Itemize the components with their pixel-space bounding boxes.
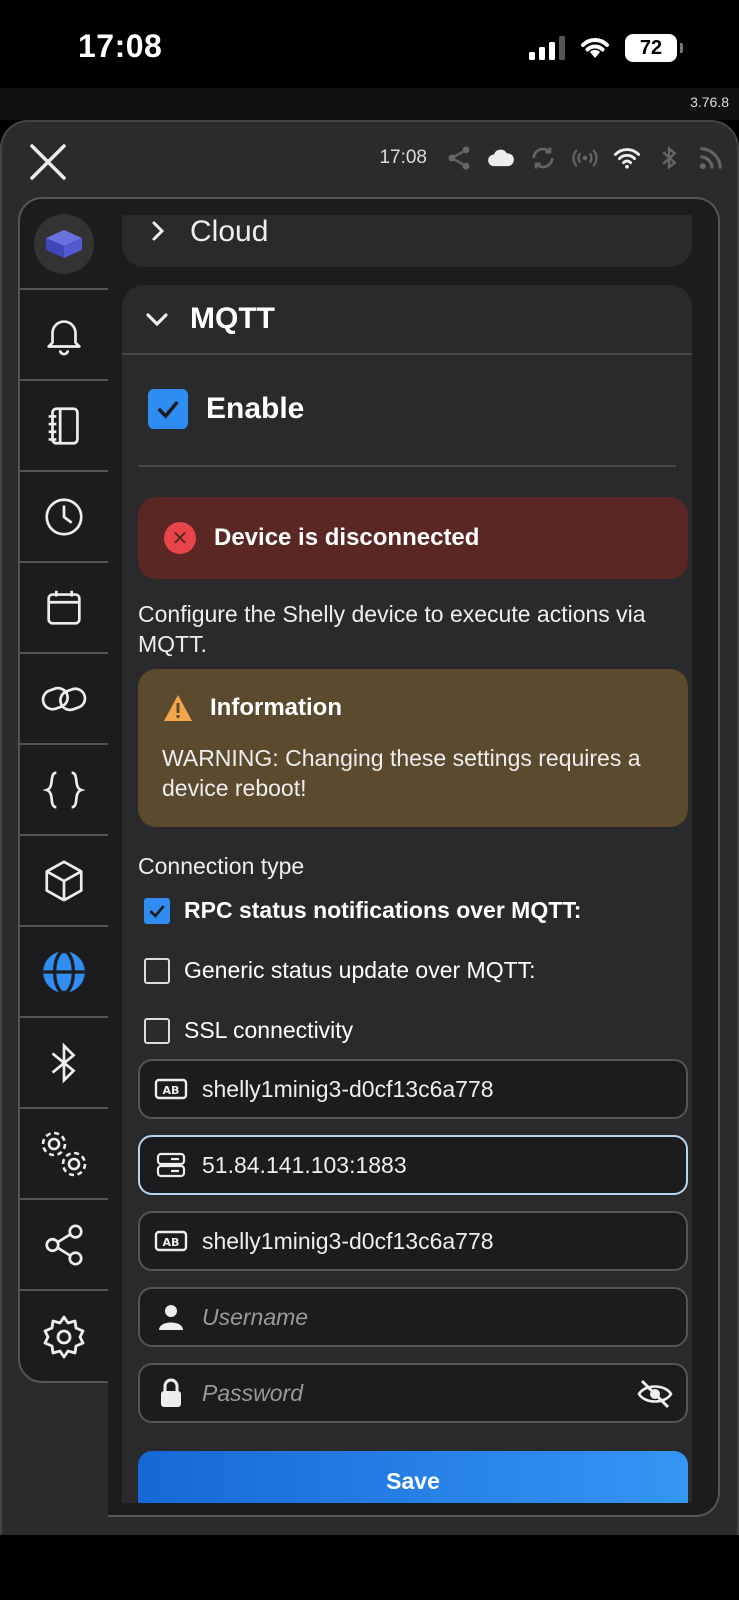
svg-text:AB: AB <box>163 1084 180 1097</box>
sidebar-item-notifications[interactable] <box>20 290 108 381</box>
sidebar-item-components[interactable] <box>20 836 108 927</box>
client-id-value: shelly1minig3-d0cf13c6a778 <box>202 1075 494 1102</box>
save-button[interactable]: Save <box>138 1451 688 1503</box>
server-value: 51.84.141.103:1883 <box>202 1151 407 1178</box>
mqtt-section: MQTT Enable ✕ Device is disconnected Con… <box>122 285 692 1503</box>
lock-icon <box>161 1378 181 1407</box>
cloud-section[interactable]: Cloud <box>122 215 692 267</box>
globe-icon <box>43 949 85 994</box>
error-icon: ✕ <box>164 522 196 554</box>
enable-checkbox[interactable] <box>148 389 188 429</box>
svg-text:AB: AB <box>163 1236 180 1249</box>
divider <box>138 465 676 467</box>
rpc-status-checkbox[interactable] <box>144 897 170 924</box>
mqtt-description: Configure the Shelly device to execute a… <box>138 601 646 657</box>
sidebar-item-advanced-settings[interactable] <box>20 1109 108 1200</box>
password-field[interactable]: Password <box>138 1363 688 1423</box>
generic-status-checkbox[interactable] <box>144 957 170 984</box>
info-alert: Information WARNING: Changing these sett… <box>138 669 688 827</box>
enable-label: Enable <box>206 392 305 425</box>
wifi-icon <box>581 38 609 58</box>
battery-icon: 72 <box>625 34 683 62</box>
curly-braces-icon <box>42 770 86 809</box>
sidebar <box>18 197 110 1383</box>
check-icon <box>149 904 165 918</box>
rpc-status-option[interactable]: RPC status notifications over MQTT: <box>144 897 581 924</box>
sidebar-item-logs[interactable] <box>20 381 108 472</box>
text-field-icon: AB <box>154 1078 188 1100</box>
app-version: 3.76.8 <box>690 94 729 110</box>
bell-icon <box>47 319 81 355</box>
wifi-status-icon <box>613 148 641 169</box>
chevron-right-icon <box>152 221 165 241</box>
sidebar-item-scripts[interactable] <box>20 745 108 836</box>
device-thumbnail <box>34 213 94 274</box>
gear-icon <box>43 1315 85 1358</box>
username-placeholder: Username <box>202 1303 309 1330</box>
disconnected-text: Device is disconnected <box>214 524 480 551</box>
generic-status-option[interactable]: Generic status update over MQTT: <box>144 957 536 984</box>
ssl-option[interactable]: SSL connectivity <box>144 1017 353 1044</box>
link-icon <box>41 686 87 711</box>
bluetooth-icon <box>51 1042 76 1083</box>
header-status-icons: 17:08 <box>379 144 725 172</box>
cube-icon <box>45 859 83 902</box>
server-field[interactable]: 51.84.141.103:1883 <box>138 1135 688 1195</box>
status-icons: 72 <box>529 34 683 62</box>
sidebar-item-actions[interactable] <box>20 654 108 745</box>
status-time: 17:08 <box>78 28 163 64</box>
bluetooth-status-icon <box>662 146 677 170</box>
mqtt-section-title: MQTT <box>190 302 275 335</box>
info-body: WARNING: Changing these settings require… <box>162 745 641 801</box>
eye-off-icon[interactable] <box>636 1378 674 1410</box>
topic-prefix-value: shelly1minig3-d0cf13c6a778 <box>202 1227 494 1254</box>
chevron-down-icon <box>146 313 168 327</box>
sidebar-item-bluetooth[interactable] <box>20 1018 108 1109</box>
enable-toggle-row[interactable]: Enable <box>148 389 304 429</box>
notebook-icon <box>48 406 79 445</box>
device-icon <box>46 229 82 258</box>
user-icon <box>159 1305 183 1330</box>
server-icon <box>156 1152 186 1178</box>
warning-icon <box>164 695 192 721</box>
share-status-icon <box>448 146 470 170</box>
sidebar-item-settings[interactable] <box>20 1291 108 1381</box>
connection-type-label: Connection type <box>138 853 305 879</box>
info-alert-header: Information <box>162 693 342 723</box>
close-icon[interactable] <box>24 138 72 186</box>
sync-icon <box>532 147 554 169</box>
disconnected-alert: ✕ Device is disconnected <box>138 497 688 579</box>
ssl-label: SSL connectivity <box>184 1017 354 1043</box>
status-bar: 17:08 72 <box>0 0 739 90</box>
header-time: 17:08 <box>379 147 427 168</box>
broadcast-icon <box>572 149 598 167</box>
client-id-field[interactable]: AB shelly1minig3-d0cf13c6a778 <box>138 1059 688 1119</box>
sidebar-item-calendar[interactable] <box>20 563 108 654</box>
password-placeholder: Password <box>202 1379 303 1406</box>
share-icon <box>45 1223 83 1266</box>
username-field[interactable]: Username <box>138 1287 688 1347</box>
cellular-signal-icon <box>529 36 565 60</box>
ssl-checkbox[interactable] <box>144 1017 170 1044</box>
sidebar-item-network[interactable] <box>20 927 108 1018</box>
text-field-icon: AB <box>154 1230 188 1252</box>
cloud-icon <box>488 149 514 167</box>
sidebar-item-share[interactable] <box>20 1200 108 1291</box>
mqtt-section-header[interactable]: MQTT <box>122 285 692 355</box>
clock-icon <box>45 497 83 536</box>
banner-strip: 3.76.8 <box>0 88 739 120</box>
main-panel: Cloud MQTT Enable ✕ Device is disconnect… <box>108 197 720 1517</box>
info-title: Information <box>210 694 342 721</box>
gears-icon <box>41 1131 87 1176</box>
settings-scroll[interactable]: Cloud MQTT Enable ✕ Device is disconnect… <box>122 215 692 1503</box>
generic-status-label: Generic status update over MQTT: <box>184 957 536 983</box>
sidebar-item-schedules[interactable] <box>20 472 108 563</box>
rpc-status-label: RPC status notifications over MQTT: <box>184 897 582 923</box>
sidebar-item-device[interactable] <box>20 199 108 290</box>
check-icon <box>157 400 179 419</box>
cloud-section-title: Cloud <box>190 215 269 248</box>
rss-icon <box>699 147 722 170</box>
topic-prefix-field[interactable]: AB shelly1minig3-d0cf13c6a778 <box>138 1211 688 1271</box>
calendar-icon <box>47 590 81 625</box>
